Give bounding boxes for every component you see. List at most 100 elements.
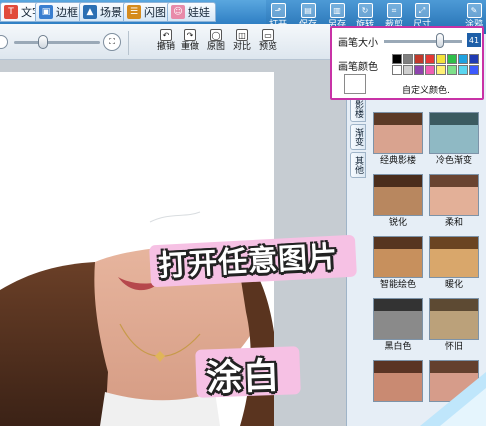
color-swatch[interactable] <box>392 54 402 64</box>
original-icon: ◯ <box>210 29 222 41</box>
color-swatch[interactable] <box>403 54 413 64</box>
custom-color-link[interactable]: 自定义颜色. <box>402 83 450 96</box>
filter-label: 冷色渐变 <box>435 156 472 166</box>
filter-label: 怀旧 <box>444 342 463 352</box>
brush-size-slider[interactable] <box>384 40 462 43</box>
preview-label: 预览 <box>258 42 277 52</box>
filter-warm[interactable]: 暖化 <box>429 236 479 294</box>
brush-size-value: 41 <box>467 33 481 47</box>
filter-thumbnail <box>429 174 479 216</box>
color-swatch[interactable] <box>447 54 457 64</box>
redo-button[interactable]: ↷ 重做 <box>178 29 202 56</box>
filter-label: 经典影楼 <box>379 156 416 166</box>
filter-black-white[interactable]: 黑白色 <box>373 298 423 356</box>
tab-flash[interactable]: ☰ 闪图 <box>123 2 172 22</box>
corner-decoration <box>420 372 486 426</box>
side-tab-gradient-label: 渐变 <box>353 128 363 146</box>
zoom-fit-button[interactable]: ⛶ <box>103 33 121 51</box>
tab-scene-label: 场景 <box>100 6 122 19</box>
redo-icon: ↷ <box>184 29 196 41</box>
tab-doll-label: 娃娃 <box>188 6 210 19</box>
filter-thumbnail <box>373 112 423 154</box>
edit-toolbar: ⛶ ↶ 撤销 ↷ 重做 ◯ 原图 ◫ 对比 ▭ 预览 <box>0 24 330 60</box>
color-swatch[interactable] <box>403 65 413 75</box>
text-icon: T <box>4 5 18 19</box>
filter-label: 暖化 <box>444 280 463 290</box>
zoom-out-button[interactable] <box>0 35 8 49</box>
side-tab-other-label: 其他 <box>353 156 363 174</box>
undo-icon: ↶ <box>160 29 172 41</box>
side-tab-gradient[interactable]: 渐变 <box>350 124 366 150</box>
brush-color-label: 画笔颜色 <box>338 62 378 73</box>
filter-label: 黑白色 <box>384 342 412 352</box>
fit-icon: ⛶ <box>109 37 115 46</box>
color-swatch[interactable] <box>436 65 446 75</box>
flash-icon: ☰ <box>127 5 141 19</box>
frame-icon: ▣ <box>39 5 53 19</box>
tab-doll[interactable]: ☺ 娃娃 <box>167 2 216 22</box>
color-swatch[interactable] <box>425 65 435 75</box>
color-swatch[interactable] <box>469 65 479 75</box>
color-swatch[interactable] <box>458 54 468 64</box>
redo-label: 重做 <box>180 42 199 52</box>
compare-label: 对比 <box>232 42 251 52</box>
brush-settings-popup: 画笔大小 41 画笔颜色 自定义颜色. <box>330 26 484 100</box>
rotate-icon: ↻ <box>357 3 373 18</box>
undo-label: 撤销 <box>156 42 175 52</box>
filter-thumbnail <box>429 236 479 278</box>
save-as-icon: ▥ <box>329 3 345 18</box>
compare-icon: ◫ <box>236 29 248 41</box>
color-swatch-grid <box>392 54 482 75</box>
original-button[interactable]: ◯ 原图 <box>204 29 228 56</box>
filter-thumbnail <box>429 298 479 340</box>
color-swatch[interactable] <box>458 65 468 75</box>
preview-icon: ▭ <box>262 29 274 41</box>
color-swatch[interactable] <box>392 65 402 75</box>
preview-button[interactable]: ▭ 预览 <box>256 29 280 56</box>
filter-extra-1[interactable] <box>373 360 423 418</box>
open-icon: ⬏ <box>270 3 286 18</box>
filter-thumbnail <box>373 298 423 340</box>
filter-soft[interactable]: 柔和 <box>429 174 479 232</box>
filter-thumbnail <box>373 360 423 402</box>
color-swatch[interactable] <box>414 54 424 64</box>
scene-icon: ▲ <box>83 5 97 19</box>
filter-classic-studio[interactable]: 经典影楼 <box>373 112 423 170</box>
tab-flash-label: 闪图 <box>144 6 166 19</box>
filter-thumbnail <box>429 112 479 154</box>
original-label: 原图 <box>206 42 225 52</box>
filter-thumbnail <box>373 174 423 216</box>
brush-size-label: 画笔大小 <box>338 38 378 49</box>
color-swatch[interactable] <box>447 65 457 75</box>
color-swatch[interactable] <box>469 54 479 64</box>
caption-paint-white: 涂白 <box>205 355 281 400</box>
color-swatch[interactable] <box>436 54 446 64</box>
brush-size-slider-thumb[interactable] <box>436 33 445 48</box>
tab-frame[interactable]: ▣ 边框 <box>35 2 84 22</box>
compare-button[interactable]: ◫ 对比 <box>230 29 254 56</box>
filter-sharpen[interactable]: 锐化 <box>373 174 423 232</box>
save-icon: ▤ <box>300 3 316 18</box>
filter-nostalgia[interactable]: 怀旧 <box>429 298 479 356</box>
color-swatch[interactable] <box>425 54 435 64</box>
filter-thumbnail <box>373 236 423 278</box>
filter-smart-color[interactable]: 智能绘色 <box>373 236 423 294</box>
side-tab-studio-label: 影楼 <box>353 100 363 118</box>
filter-cool-gradient[interactable]: 冷色渐变 <box>429 112 479 170</box>
tab-frame-label: 边框 <box>56 6 78 19</box>
zoom-slider-thumb[interactable] <box>38 35 48 49</box>
resize-icon: ⤢ <box>414 3 430 18</box>
side-tab-other[interactable]: 其他 <box>350 152 366 178</box>
tab-scene[interactable]: ▲ 场景 <box>79 2 128 22</box>
zoom-slider[interactable] <box>14 41 100 44</box>
filter-label: 智能绘色 <box>379 280 416 290</box>
filter-label: 锐化 <box>388 218 407 228</box>
crop-icon: ⌗ <box>386 3 402 18</box>
current-brush-color[interactable] <box>344 74 366 94</box>
color-swatch[interactable] <box>414 65 424 75</box>
doodle-icon: ✎ <box>466 3 482 18</box>
toolbar-divider <box>128 31 129 55</box>
doll-icon: ☺ <box>171 5 185 19</box>
filter-label: 柔和 <box>444 218 463 228</box>
undo-button[interactable]: ↶ 撤销 <box>154 29 178 56</box>
